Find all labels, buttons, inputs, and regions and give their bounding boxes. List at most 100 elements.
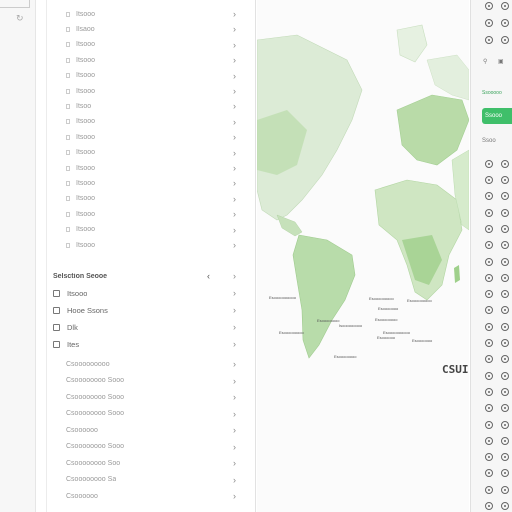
- settings-icon[interactable]: [501, 436, 509, 445]
- settings-icon[interactable]: [501, 176, 509, 184]
- map-place-label[interactable]: Esoooooooo: [334, 354, 356, 359]
- map-place-label[interactable]: Esoooooooo: [317, 318, 339, 323]
- settings-icon[interactable]: [501, 404, 509, 413]
- tree-subitem[interactable]: Csoooooooo Sooo ›: [36, 407, 236, 421]
- settings-icon[interactable]: [501, 371, 509, 380]
- settings-icon[interactable]: [501, 322, 509, 331]
- tree-item[interactable]: Itsooo ›: [36, 38, 236, 52]
- settings-icon[interactable]: [485, 192, 493, 201]
- section-header[interactable]: Selsction Seooe ‹ ›: [36, 269, 236, 283]
- settings-icon[interactable]: [485, 436, 493, 445]
- settings-icon[interactable]: [485, 485, 493, 494]
- settings-icon[interactable]: [485, 339, 493, 347]
- settings-icon[interactable]: [501, 208, 509, 217]
- settings-icon[interactable]: [485, 371, 493, 380]
- settings-icon[interactable]: [501, 257, 509, 266]
- tree-subitem[interactable]: Csooooooooo ›: [36, 357, 236, 371]
- settings-icon[interactable]: [501, 19, 509, 27]
- settings-icon[interactable]: [485, 36, 493, 44]
- settings-icon[interactable]: [485, 257, 493, 266]
- settings-icon[interactable]: [485, 273, 493, 282]
- settings-icon[interactable]: [485, 355, 493, 364]
- settings-icon[interactable]: [485, 176, 493, 184]
- settings-icon[interactable]: [501, 290, 509, 299]
- settings-icon[interactable]: [501, 339, 509, 347]
- settings-icon[interactable]: [485, 19, 493, 27]
- tree-group[interactable]: Itsooo ›: [36, 286, 236, 300]
- world-map[interactable]: Esoooooooooo Esoooooooo Isooooooooo Esooooo…: [257, 0, 469, 512]
- tree-subitem[interactable]: Csoooooooo Sooo ›: [36, 390, 236, 404]
- tree-item[interactable]: Itsooo ›: [36, 53, 236, 67]
- settings-icon[interactable]: [485, 160, 493, 168]
- tree-item[interactable]: Itsooo ›: [36, 207, 236, 221]
- tree-item[interactable]: Itsooo ›: [36, 146, 236, 160]
- map-place-label[interactable]: Esoooooooo: [375, 317, 397, 322]
- tree-item[interactable]: Itsooo ›: [36, 69, 236, 83]
- tree-subitem[interactable]: Csoooooo ›: [36, 489, 236, 503]
- settings-icon[interactable]: [501, 502, 509, 510]
- tree-subitem[interactable]: Csoooooooo Sooo ›: [36, 440, 236, 454]
- settings-icon[interactable]: [485, 290, 493, 299]
- settings-icon[interactable]: [485, 208, 493, 217]
- settings-icon[interactable]: [501, 241, 509, 250]
- refresh-icon[interactable]: ↻: [16, 13, 24, 24]
- settings-icon[interactable]: [485, 224, 493, 233]
- settings-icon[interactable]: [485, 404, 493, 413]
- tree-item[interactable]: Itsooo ›: [36, 115, 236, 129]
- settings-icon[interactable]: [485, 453, 493, 462]
- tree-item[interactable]: Ilsaoo ›: [36, 22, 236, 36]
- map-place-label[interactable]: Esooooooooo: [369, 296, 394, 301]
- settings-icon[interactable]: [485, 306, 493, 315]
- settings-icon[interactable]: [485, 241, 493, 250]
- settings-icon[interactable]: [485, 469, 493, 478]
- tree-item-label: Itsooo: [76, 164, 96, 172]
- settings-icon[interactable]: [501, 306, 509, 315]
- pin-icon[interactable]: ⚲: [483, 58, 487, 65]
- tree-item[interactable]: Itsooo ›: [36, 161, 236, 175]
- map-place-label[interactable]: Isooooooooo: [339, 323, 362, 328]
- map-place-label[interactable]: Esooooooooo: [407, 298, 432, 303]
- settings-icon[interactable]: [501, 273, 509, 282]
- tree-subitem[interactable]: Csoooooooo Soo ›: [36, 456, 236, 470]
- map-place-label[interactable]: Esoooooooooo: [269, 295, 296, 300]
- tree-item[interactable]: Itsooo ›: [36, 192, 236, 206]
- settings-icon[interactable]: [501, 224, 509, 233]
- tree-item[interactable]: Itsooo ›: [36, 176, 236, 190]
- tree-group[interactable]: Hooe Ssons ›: [36, 303, 236, 317]
- tree-subitem[interactable]: Csoooooo ›: [36, 423, 236, 437]
- settings-icon[interactable]: [485, 387, 493, 396]
- tree-item[interactable]: Itsoo ›: [36, 99, 236, 113]
- settings-icon[interactable]: [485, 322, 493, 331]
- chevron-left-icon[interactable]: ‹: [207, 271, 210, 281]
- settings-icon[interactable]: [501, 192, 509, 201]
- settings-icon[interactable]: [501, 36, 509, 44]
- chevron-right-icon[interactable]: ›: [233, 271, 236, 281]
- settings-icon[interactable]: [501, 453, 509, 462]
- tree-item[interactable]: Itsooo ›: [36, 130, 236, 144]
- tree-subitem[interactable]: Csoooooooo Sa ›: [36, 473, 236, 487]
- tree-subitem[interactable]: Csoooooooo Sooo ›: [36, 374, 236, 388]
- settings-icon[interactable]: [485, 420, 493, 429]
- settings-icon[interactable]: [501, 469, 509, 478]
- settings-icon[interactable]: [501, 355, 509, 364]
- bookmark-icon[interactable]: ▣: [498, 58, 504, 65]
- map-place-label[interactable]: Esooooooo: [378, 306, 398, 311]
- settings-icon[interactable]: [485, 502, 493, 510]
- tree-group[interactable]: Ites ›: [36, 337, 236, 351]
- rail-tab[interactable]: [0, 0, 30, 8]
- map-place-label[interactable]: Esooooooooo: [279, 330, 304, 335]
- tree-item[interactable]: Itsooo ›: [36, 238, 236, 252]
- settings-icon[interactable]: [501, 160, 509, 168]
- settings-icon[interactable]: [485, 2, 493, 10]
- map-place-label[interactable]: Esooooooo: [412, 338, 432, 343]
- tree-item[interactable]: Itsooo ›: [36, 84, 236, 98]
- tree-group[interactable]: Dlk ›: [36, 320, 236, 334]
- map-place-label[interactable]: Esoooooo: [377, 335, 395, 340]
- settings-icon[interactable]: [501, 2, 509, 10]
- settings-icon[interactable]: [501, 420, 509, 429]
- tree-item[interactable]: Itsooo ›: [36, 223, 236, 237]
- tree-item[interactable]: Itsooo ›: [36, 7, 236, 21]
- primary-action-button[interactable]: Ssooo: [482, 108, 512, 124]
- settings-icon[interactable]: [501, 485, 509, 494]
- settings-icon[interactable]: [501, 387, 509, 396]
